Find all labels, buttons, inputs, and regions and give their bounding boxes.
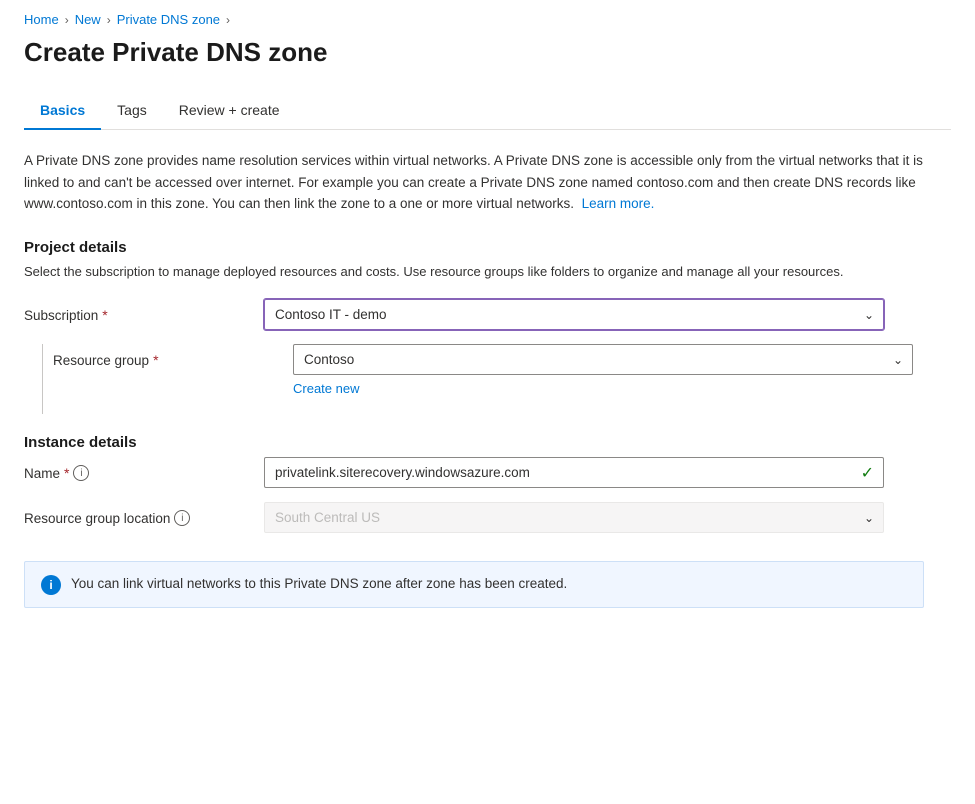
page-title: Create Private DNS zone — [24, 37, 951, 68]
breadcrumb-new[interactable]: New — [75, 12, 101, 27]
subscription-row: Subscription * Contoso IT - demo ⌄ — [24, 299, 951, 330]
breadcrumb-sep-3: › — [226, 13, 230, 27]
resource-group-select[interactable]: Contoso — [293, 344, 913, 375]
name-input-wrapper[interactable]: ✓ — [264, 457, 884, 488]
tab-basics[interactable]: Basics — [24, 92, 101, 130]
resource-group-location-info-icon: i — [174, 510, 190, 526]
indent-vertical-line — [42, 344, 43, 414]
name-label: Name * i — [24, 457, 264, 481]
subscription-control: Contoso IT - demo ⌄ — [264, 299, 884, 330]
resource-group-control: Contoso ⌄ Create new — [293, 344, 913, 396]
resource-group-row: Resource group * Contoso ⌄ Create new — [53, 344, 951, 396]
name-required-star: * — [64, 465, 69, 481]
create-new-link[interactable]: Create new — [293, 381, 359, 396]
tab-bar: Basics Tags Review + create — [24, 92, 951, 130]
resource-group-location-label: Resource group location i — [24, 502, 264, 526]
instance-details-heading: Instance details — [24, 434, 951, 451]
info-banner: i You can link virtual networks to this … — [24, 561, 924, 608]
info-banner-text: You can link virtual networks to this Pr… — [71, 574, 567, 594]
info-banner-icon: i — [41, 575, 61, 595]
resource-group-location-select: South Central US — [264, 502, 884, 533]
subscription-select-wrapper[interactable]: Contoso IT - demo ⌄ — [264, 299, 884, 330]
name-row: Name * i ✓ — [24, 457, 951, 488]
breadcrumb: Home › New › Private DNS zone › — [24, 12, 951, 27]
resource-group-location-row: Resource group location i South Central … — [24, 502, 951, 533]
project-details-description: Select the subscription to manage deploy… — [24, 262, 924, 282]
description-text: A Private DNS zone provides name resolut… — [24, 150, 924, 215]
name-control: ✓ — [264, 457, 884, 488]
name-valid-icon: ✓ — [861, 463, 874, 483]
name-input[interactable] — [264, 457, 884, 488]
resource-group-location-select-wrapper: South Central US ⌄ — [264, 502, 884, 533]
subscription-label: Subscription * — [24, 299, 264, 323]
resource-group-location-control: South Central US ⌄ — [264, 502, 884, 533]
tab-tags[interactable]: Tags — [101, 92, 163, 130]
project-details-heading: Project details — [24, 239, 951, 256]
subscription-required-star: * — [102, 307, 107, 323]
resource-group-label: Resource group * — [53, 344, 293, 368]
resource-group-indent-block: Resource group * Contoso ⌄ Create new — [24, 344, 951, 414]
breadcrumb-sep-2: › — [107, 13, 111, 27]
learn-more-link[interactable]: Learn more. — [582, 196, 655, 211]
subscription-select[interactable]: Contoso IT - demo — [264, 299, 884, 330]
tab-review-create[interactable]: Review + create — [163, 92, 296, 130]
breadcrumb-sep-1: › — [65, 13, 69, 27]
resource-group-block: Resource group * Contoso ⌄ Create new — [53, 344, 951, 410]
name-info-icon: i — [73, 465, 89, 481]
breadcrumb-home[interactable]: Home — [24, 12, 59, 27]
breadcrumb-private-dns-zone[interactable]: Private DNS zone — [117, 12, 220, 27]
resource-group-required-star: * — [153, 352, 158, 368]
resource-group-select-wrapper[interactable]: Contoso ⌄ — [293, 344, 913, 375]
